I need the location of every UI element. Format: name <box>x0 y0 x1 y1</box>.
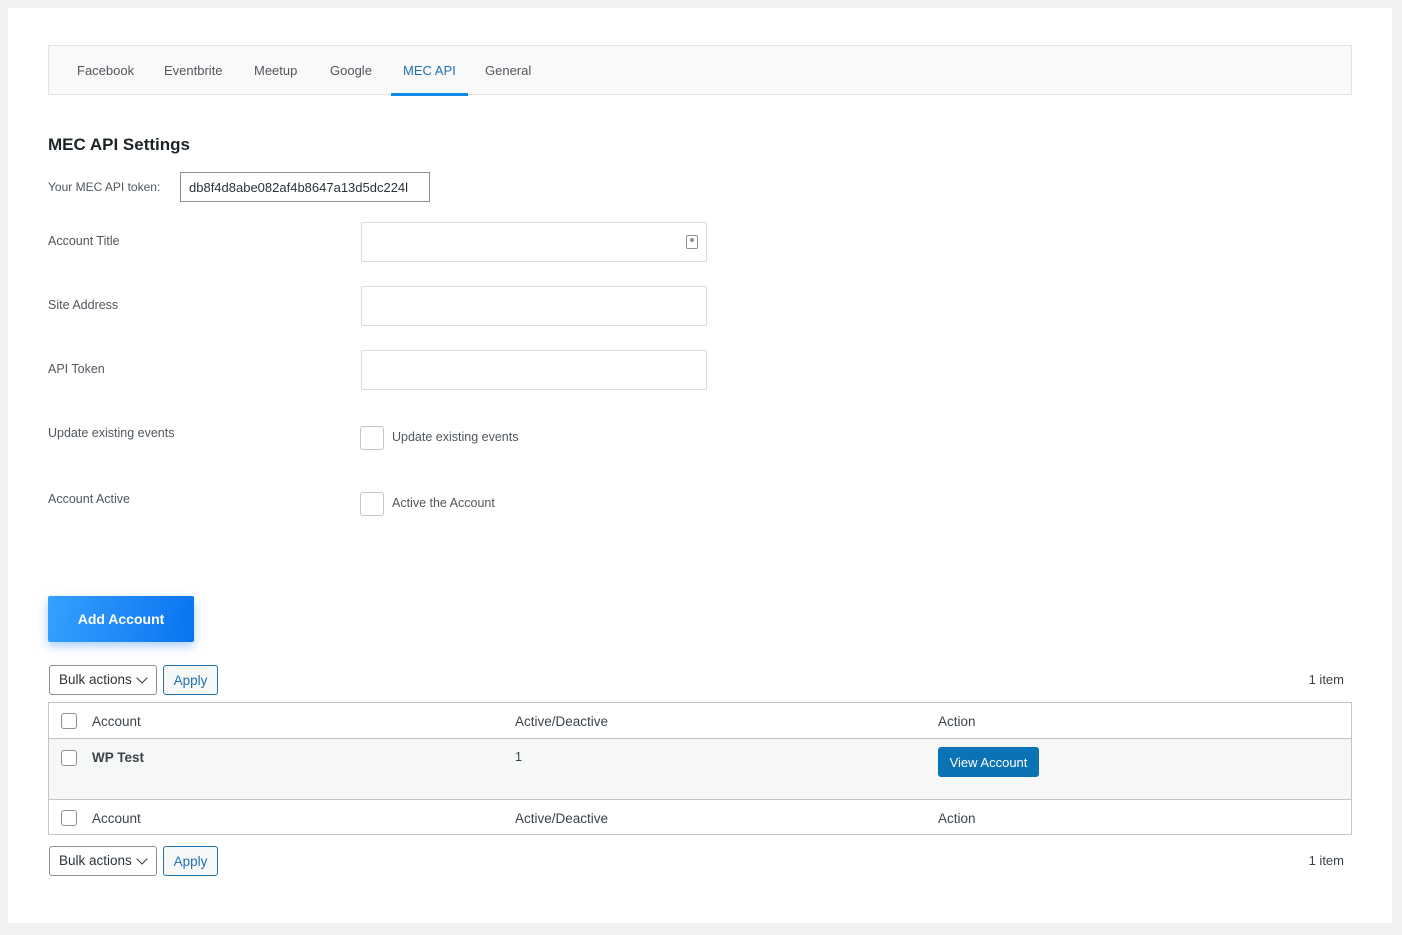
tab-meetup[interactable]: Meetup <box>242 46 309 96</box>
account-active-label: Account Active <box>48 492 130 506</box>
select-all-checkbox[interactable] <box>61 713 77 729</box>
account-active-checkbox-label: Active the Account <box>392 496 495 510</box>
apply-button-top[interactable]: Apply <box>163 665 218 695</box>
bulk-actions-label: Bulk actions <box>59 672 132 687</box>
account-title-label: Account Title <box>48 234 120 248</box>
tab-eventbrite[interactable]: Eventbrite <box>152 46 235 96</box>
tab-mec-api[interactable]: MEC API <box>391 46 468 96</box>
contact-card-icon[interactable] <box>686 235 698 249</box>
token-label: Your MEC API token: <box>48 180 161 194</box>
row-checkbox[interactable] <box>61 750 77 766</box>
account-name[interactable]: WP Test <box>92 750 144 765</box>
update-events-checkbox-label: Update existing events <box>392 430 519 444</box>
account-active-value: 1 <box>515 750 522 764</box>
mec-api-token-field[interactable] <box>180 172 430 202</box>
bulk-actions-select-top[interactable]: Bulk actions <box>49 665 157 695</box>
select-all-checkbox-footer[interactable] <box>61 810 77 826</box>
column-account-footer[interactable]: Account <box>92 811 141 826</box>
table-row: WP Test 1 View Account <box>49 739 1351 799</box>
api-token-input[interactable] <box>361 350 707 390</box>
tab-google[interactable]: Google <box>318 46 384 96</box>
view-account-button[interactable]: View Account <box>938 747 1039 777</box>
api-token-label: API Token <box>48 362 105 376</box>
bulk-actions-label-bottom: Bulk actions <box>59 853 132 868</box>
update-events-checkbox[interactable] <box>360 426 384 450</box>
table-footer: Account Active/Deactive Action <box>49 799 1351 835</box>
column-active-footer: Active/Deactive <box>515 811 609 826</box>
accounts-table: Account Active/Deactive Action WP Test 1… <box>48 702 1352 835</box>
apply-button-bottom[interactable]: Apply <box>163 846 218 876</box>
column-active: Active/Deactive <box>515 714 609 729</box>
add-account-button[interactable]: Add Account <box>48 596 194 642</box>
table-header: Account Active/Deactive Action <box>49 703 1351 739</box>
update-events-label: Update existing events <box>48 426 175 440</box>
item-count-top: 1 item <box>1308 672 1344 687</box>
column-account[interactable]: Account <box>92 714 141 729</box>
site-address-label: Site Address <box>48 298 119 312</box>
chevron-down-icon <box>136 672 148 684</box>
item-count-bottom: 1 item <box>1308 853 1344 868</box>
settings-panel: Facebook Eventbrite Meetup Google MEC AP… <box>8 8 1392 923</box>
tab-general[interactable]: General <box>473 46 543 96</box>
bulk-actions-select-bottom[interactable]: Bulk actions <box>49 846 157 876</box>
account-active-checkbox[interactable] <box>360 492 384 516</box>
chevron-down-icon <box>136 853 148 865</box>
column-action: Action <box>938 714 976 729</box>
page-title: MEC API Settings <box>48 135 190 154</box>
tab-facebook[interactable]: Facebook <box>65 46 146 96</box>
account-title-input[interactable] <box>361 222 707 262</box>
import-tabs: Facebook Eventbrite Meetup Google MEC AP… <box>48 45 1352 96</box>
column-action-footer: Action <box>938 811 976 826</box>
site-address-input[interactable] <box>361 286 707 326</box>
